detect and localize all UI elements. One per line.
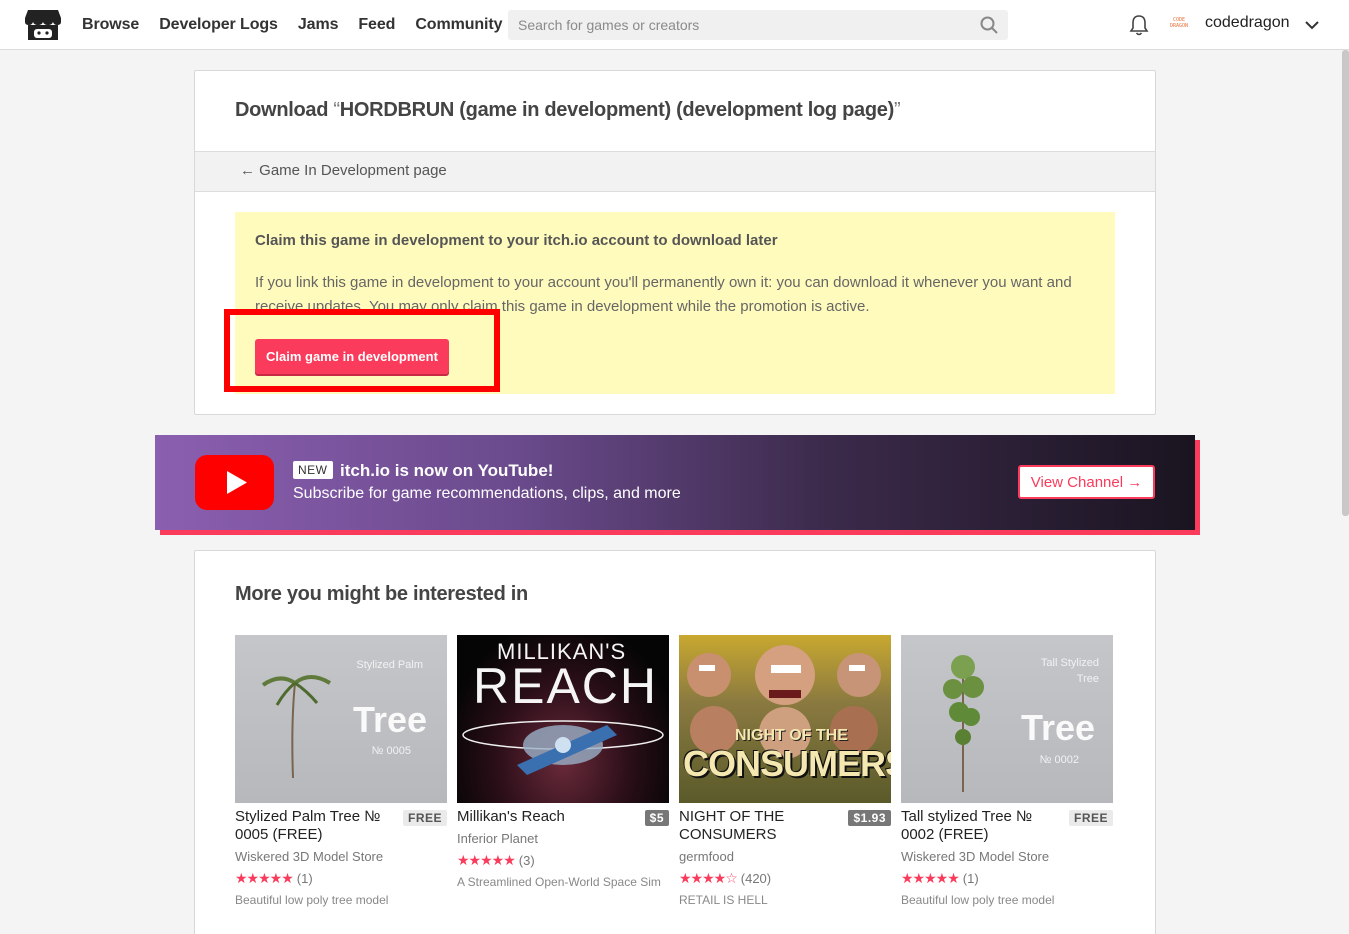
game-title[interactable]: Tall stylized Tree № 0002 (FREE) [901,808,1061,844]
game-thumbnail[interactable]: Stylized Palm Tree № 0005 [235,635,447,803]
game-grid: Stylized Palm Tree № 0005 Stylized Palm … [235,635,1115,934]
avatar[interactable]: CODE DRAGON [1166,13,1192,35]
game-cell: NIGHT OF THE CONSUMERS NIGHT OF THE CONS… [679,635,891,907]
new-badge: NEW [293,461,333,479]
price-badge: $5 [644,810,669,826]
nav-developer-logs[interactable]: Developer Logs [159,16,278,34]
game-description: RETAIL IS HELL [679,893,768,907]
thumb-caption-big: CONSUMERS [683,743,891,784]
view-channel-button[interactable]: View Channel → [1018,465,1155,499]
top-header: Browse Developer Logs Jams Feed Communit… [0,0,1349,50]
title-close-quote: ” [893,99,901,121]
youtube-title: itch.io is now on YouTube! [340,461,554,480]
star-rating-icon: ★★★★☆ [679,870,738,887]
thumb-caption-small: Tall Stylized Tree [1040,657,1099,685]
game-description: Beautiful low poly tree model [235,893,389,907]
price-badge: $1.93 [848,810,891,826]
star-rating-icon: ★★★★★ [457,852,516,868]
page-title: Download “HORDBRUN (game in development)… [235,99,901,122]
nav-jams[interactable]: Jams [298,16,339,34]
thumb-caption-big: Tree [1020,707,1095,748]
page-scrollbar[interactable] [1342,50,1349,934]
game-thumbnail[interactable]: Tall Stylized Tree Tree № 0002 [901,635,1113,803]
claim-heading: Claim this game in development to your i… [255,232,778,249]
thumb-caption-num: № 0002 [1039,754,1079,766]
game-cell: MILLIKAN'S REACH Millikan's Reach $5 Inf… [457,635,669,889]
game-author[interactable]: Wiskered 3D Model Store [235,849,383,864]
username[interactable]: codedragon [1205,14,1290,32]
game-author[interactable]: germfood [679,849,734,864]
game-description: A Streamlined Open-World Space Sim [457,875,661,889]
tree-icon [943,655,984,792]
game-thumbnail[interactable]: MILLIKAN'S REACH [457,635,669,803]
game-rating: ★★★★★ (3) [457,852,535,869]
youtube-banner: NEW itch.io is now on YouTube! Subscribe… [155,435,1195,530]
highlight-box [224,309,500,392]
game-author[interactable]: Inferior Planet [457,831,538,846]
rating-count: (1) [962,871,979,886]
rating-count: (1) [296,871,313,886]
recommendations-heading: More you might be interested in [235,583,528,605]
recommendations-card: More you might be interested in Stylized… [194,550,1156,934]
palm-tree-icon [261,675,332,779]
title-prefix: Download [235,99,334,121]
price-badge: FREE [402,810,447,826]
star-rating-icon: ★★★★★ [901,870,960,886]
spaceship-icon [462,720,664,775]
main-nav: Browse Developer Logs Jams Feed Communit… [82,0,522,50]
youtube-subtitle: Subscribe for game recommendations, clip… [293,485,681,502]
thumb-caption-num: № 0005 [371,745,411,757]
nav-community[interactable]: Community [415,16,502,34]
game-title[interactable]: Stylized Palm Tree № 0005 (FREE) [235,808,395,844]
search-bar [508,10,1008,40]
rating-count: (420) [740,871,772,886]
game-title[interactable]: NIGHT OF THE CONSUMERS [679,808,839,844]
search-icon[interactable] [980,16,998,34]
game-thumbnail[interactable]: NIGHT OF THE CONSUMERS [679,635,891,803]
price-badge: FREE [1068,810,1113,826]
nav-feed[interactable]: Feed [358,16,395,34]
nav-browse[interactable]: Browse [82,16,139,34]
filled-stars: ★★★★ [679,870,726,886]
search-input[interactable] [508,10,968,40]
game-rating: ★★★★★ (1) [901,870,979,887]
thumb-caption-big: Tree [352,699,427,740]
game-cell: Tall Stylized Tree Tree № 0002 Tall styl… [901,635,1113,907]
title-game-name: HORDBRUN (game in development) (developm… [339,99,894,121]
youtube-logo-icon [195,455,274,510]
rating-count: (3) [518,853,535,868]
game-description: Beautiful low poly tree model [901,893,1055,907]
game-author[interactable]: Wiskered 3D Model Store [901,849,1049,864]
scrollbar-thumb[interactable] [1342,50,1349,516]
game-rating: ★★★★★ (1) [235,870,313,887]
back-link[interactable]: ← Game In Development page [240,162,447,179]
thumb-caption-small: Stylized Palm [356,659,423,671]
notification-bell-icon[interactable] [1128,13,1150,37]
game-title[interactable]: Millikan's Reach [457,808,617,826]
game-cell: Stylized Palm Tree № 0005 Stylized Palm … [235,635,447,907]
empty-star: ☆ [725,870,738,886]
game-rating: ★★★★☆ (420) [679,870,771,887]
star-rating-icon: ★★★★★ [235,870,294,886]
chevron-down-icon[interactable] [1303,16,1321,34]
itchio-logo-icon[interactable] [24,8,62,42]
back-bar: ← Game In Development page [195,151,1155,192]
